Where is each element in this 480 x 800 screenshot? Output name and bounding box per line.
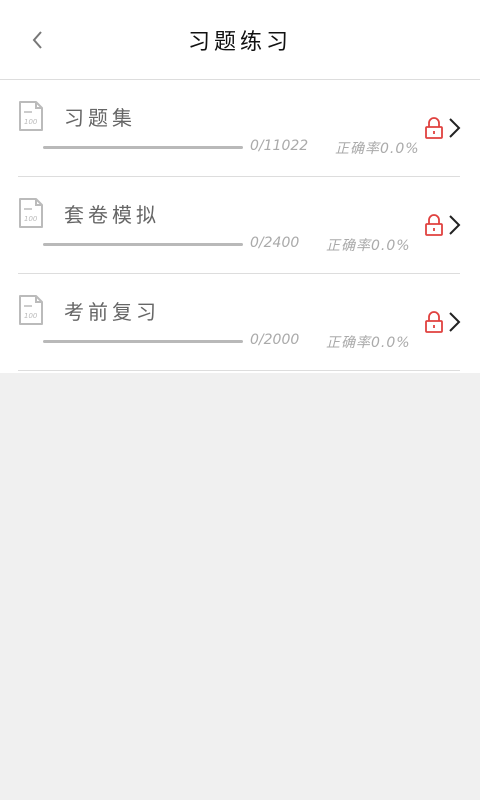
divider xyxy=(18,370,460,371)
progress-bar xyxy=(43,340,243,343)
question-count: 0/2000 xyxy=(250,332,300,348)
document-icon: 100 xyxy=(19,101,43,131)
list-item-pre-exam-review[interactable]: 100 考前复习 0/2000 正确率0.0% xyxy=(0,274,480,371)
top-bar: 习题练习 xyxy=(0,0,480,80)
accuracy-rate: 正确率0.0% xyxy=(326,335,411,351)
chevron-right-icon xyxy=(449,312,461,332)
svg-text:100: 100 xyxy=(24,118,38,126)
item-label: 考前复习 xyxy=(64,300,160,324)
page-title: 习题练习 xyxy=(187,30,292,55)
practice-list: 100 习题集 0/11022 正确率0.0% 100 套卷模拟 0/2400 … xyxy=(0,80,480,373)
lock-icon xyxy=(425,214,443,236)
list-item-mock-papers[interactable]: 100 套卷模拟 0/2400 正确率0.0% xyxy=(0,177,480,274)
svg-text:100: 100 xyxy=(24,215,38,223)
chevron-right-icon xyxy=(449,215,461,235)
accuracy-rate: 正确率0.0% xyxy=(326,238,411,254)
question-count: 0/2400 xyxy=(250,235,300,251)
app-root: 习题练习 100 习题集 0/11022 正确率0.0% 100 套卷模拟 0/… xyxy=(0,0,480,800)
lock-icon xyxy=(425,311,443,333)
document-icon: 100 xyxy=(19,198,43,228)
document-icon: 100 xyxy=(19,295,43,325)
question-count: 0/11022 xyxy=(250,138,309,154)
svg-text:100: 100 xyxy=(24,312,38,320)
progress-bar xyxy=(43,146,243,149)
lock-icon xyxy=(425,117,443,139)
list-item-exercise-set[interactable]: 100 习题集 0/11022 正确率0.0% xyxy=(0,80,480,177)
item-label: 套卷模拟 xyxy=(64,203,160,227)
item-label: 习题集 xyxy=(64,106,136,130)
progress-bar xyxy=(43,243,243,246)
accuracy-rate: 正确率0.0% xyxy=(335,141,420,157)
chevron-right-icon xyxy=(449,118,461,138)
